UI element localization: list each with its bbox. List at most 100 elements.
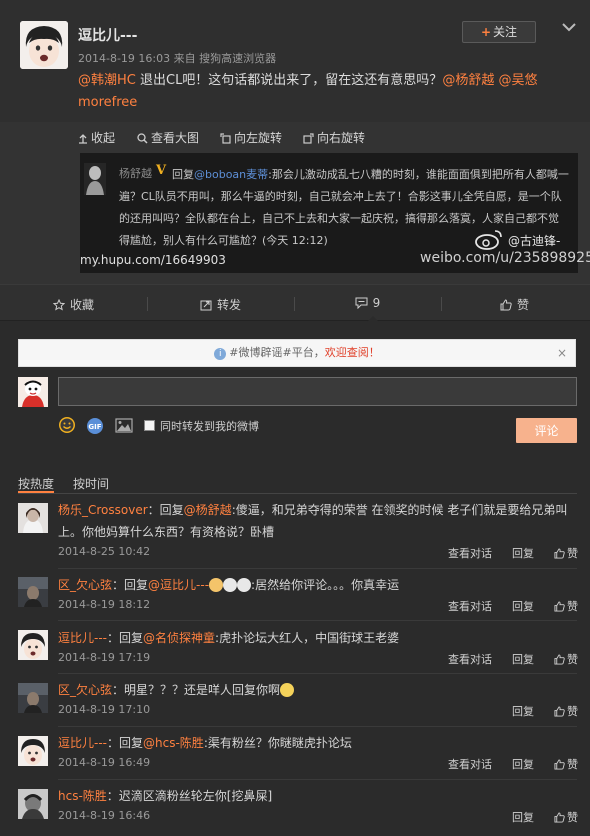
mention-link[interactable]: @hcs-陈胜 <box>143 736 204 750</box>
like-label: 赞 <box>567 705 578 718</box>
close-icon[interactable]: × <box>557 340 567 366</box>
thumbs-up-icon <box>554 601 565 612</box>
my-avatar[interactable] <box>18 377 48 407</box>
comment-like-button[interactable]: 赞 <box>554 758 578 771</box>
view-conversation-link[interactable]: 查看对话 <box>448 758 492 771</box>
tab-sort-time[interactable]: 按时间 <box>73 475 109 492</box>
comment-like-button[interactable]: 赞 <box>554 653 578 666</box>
smiley-emoji-icon <box>223 578 238 592</box>
divider <box>58 779 577 780</box>
comment-button[interactable]: 9 <box>294 296 441 310</box>
follow-label: 关注 <box>493 25 518 39</box>
mention-link[interactable]: @名侦探神童 <box>143 631 215 645</box>
view-large-button[interactable]: 查看大图 <box>137 129 199 146</box>
commenter-avatar[interactable] <box>18 577 48 607</box>
divider <box>58 726 577 727</box>
mention-link[interactable]: @韩潮HC <box>78 73 136 88</box>
like-label: 赞 <box>567 811 578 824</box>
commenter-name[interactable]: 区_欠心弦 <box>58 578 112 592</box>
reply-link[interactable]: 回复 <box>512 600 534 613</box>
svg-text:GIF: GIF <box>88 423 101 431</box>
commenter-name[interactable]: 杨乐_Crossover <box>58 503 148 517</box>
info-icon: i <box>214 348 227 360</box>
mention-link[interactable]: @杨舒越 <box>442 73 494 88</box>
comment-body: ：迟滴区滴粉丝轮左你[挖鼻屎] <box>106 789 273 803</box>
comment-body: ：明星？？？还是咩人回复你啊 <box>112 683 281 697</box>
gif-icon[interactable]: GIF <box>86 417 104 435</box>
rotate-left-button[interactable]: 向左旋转 <box>220 129 282 146</box>
watermark-url: weibo.com/u/2358989250 <box>420 250 590 266</box>
comment-like-button[interactable]: 赞 <box>554 705 578 718</box>
view-conversation-link[interactable]: 查看对话 <box>448 600 492 613</box>
divider <box>58 673 577 674</box>
forward-checkbox[interactable] <box>144 420 155 431</box>
author-avatar[interactable] <box>20 21 68 69</box>
commenter-name[interactable]: 区_欠心弦 <box>58 683 112 697</box>
emoji-icon[interactable] <box>58 416 76 434</box>
commenter-avatar[interactable] <box>18 630 48 660</box>
comment-actions: 查看对话 回复 赞 <box>428 545 578 561</box>
forward-button[interactable]: 转发 <box>147 296 294 313</box>
rotate-right-label: 向右旋转 <box>317 131 366 145</box>
reply-link[interactable]: 回复 <box>512 758 534 771</box>
view-conversation-link[interactable]: 查看对话 <box>448 653 492 666</box>
divider <box>58 620 577 621</box>
comment-like-button[interactable]: 赞 <box>554 600 578 613</box>
comment-like-button[interactable]: 赞 <box>554 811 578 824</box>
reply-link[interactable]: 回复 <box>512 811 534 824</box>
commenter-name[interactable]: hcs-陈胜 <box>58 789 107 803</box>
like-button[interactable]: 赞 <box>441 296 588 313</box>
reply-link[interactable]: 回复 <box>512 653 534 666</box>
reply-link[interactable]: 回复 <box>512 547 534 560</box>
reply-link[interactable]: 回复 <box>512 705 534 718</box>
rotate-right-button[interactable]: 向右旋转 <box>303 129 365 146</box>
rotate-left-label: 向左旋转 <box>234 131 283 145</box>
follow-button[interactable]: + 关注 <box>462 21 536 43</box>
divider <box>18 493 577 494</box>
image-icon[interactable] <box>115 418 133 433</box>
chevron-down-icon[interactable] <box>562 22 576 32</box>
tab-sort-hot[interactable]: 按热度 <box>18 475 54 492</box>
comment-like-button[interactable]: 赞 <box>554 547 578 560</box>
post-header: 逗比儿--- 2014-8-19 16:03 来自 搜狗高速浏览器 + 关注 @韩… <box>0 0 590 122</box>
mention-link[interactable]: morefree <box>78 95 137 110</box>
mention-link[interactable]: @杨舒越 <box>184 503 232 517</box>
weibo-logo-icon <box>475 230 502 250</box>
zoom-icon <box>137 133 148 144</box>
shot-mention: @boboan麦蒂 <box>194 168 269 181</box>
commenter-name[interactable]: 逗比儿--- <box>58 631 107 645</box>
forward-icon <box>200 300 212 311</box>
commenter-avatar[interactable] <box>18 789 48 819</box>
submit-comment-button[interactable]: 评论 <box>516 418 577 443</box>
view-conversation-link[interactable]: 查看对话 <box>448 547 492 560</box>
author-name[interactable]: 逗比儿--- <box>78 25 137 45</box>
mention-link[interactable]: @逗比儿--- <box>148 578 209 592</box>
mention-link[interactable]: @吴悠 <box>498 73 537 88</box>
collect-button[interactable]: 收藏 <box>0 296 147 313</box>
thinking-emoji-icon <box>280 683 295 697</box>
commenter-avatar[interactable] <box>18 683 48 713</box>
comment-input[interactable] <box>58 377 577 406</box>
rumor-link[interactable]: 欢迎查阅！ <box>325 346 380 359</box>
comment-body: :虎扑论坛大红人，中国街球王老婆 <box>215 631 400 645</box>
thumbs-up-icon <box>554 706 565 717</box>
commenter-avatar[interactable] <box>18 736 48 766</box>
comment-time: 2014-8-19 16:49 <box>58 756 151 769</box>
rotate-right-icon <box>303 133 314 144</box>
forward-checkbox-label: 同时转发到我的微博 <box>160 420 259 433</box>
shot-avatar <box>84 163 106 195</box>
commenter-avatar[interactable] <box>18 503 48 533</box>
watermark-name: @古迪锋- <box>508 234 561 248</box>
view-large-label: 查看大图 <box>151 131 200 145</box>
collapse-label: 收起 <box>91 131 116 145</box>
comment-text: 杨乐_Crossover：回复@杨舒越:傻逼，和兄弟夺得的荣誉 在领奖的时候 老… <box>58 499 573 543</box>
collapse-button[interactable]: 收起 <box>78 129 115 146</box>
comment-text: hcs-陈胜：迟滴区滴粉丝轮左你[挖鼻屎] <box>58 785 573 807</box>
commenter-name[interactable]: 逗比儿--- <box>58 736 107 750</box>
comment-actions: 回复 赞 <box>492 809 578 825</box>
thumbs-up-emoji-icon <box>209 578 224 592</box>
post-meta: 2014-8-19 16:03 来自 搜狗高速浏览器 <box>78 52 277 65</box>
forward-label: 转发 <box>216 298 241 312</box>
comment-time: 2014-8-19 17:19 <box>58 651 151 664</box>
comment-body: :渠有粉丝？你瞇瞇虎扑论坛 <box>203 736 352 750</box>
